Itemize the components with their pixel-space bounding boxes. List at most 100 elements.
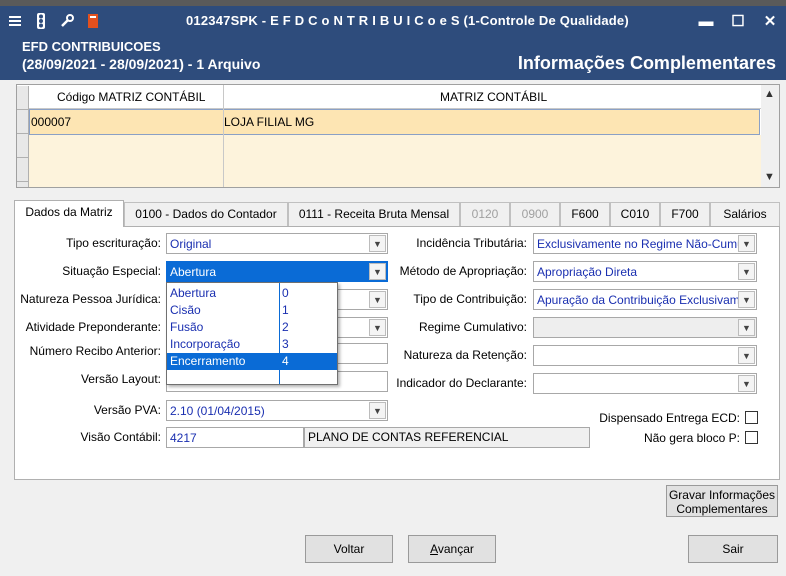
atividade-preponderante-label: Atividade Preponderante: (25, 320, 161, 334)
incidencia-tributaria-label: Incidência Tributária: (416, 236, 527, 250)
tab-0120: 0120 (460, 202, 510, 226)
chevron-down-icon[interactable]: ▼ (738, 375, 755, 392)
tab-0111[interactable]: 0111 - Receita Bruta Mensal (288, 202, 460, 226)
visao-contabil-label: Visão Contábil: (80, 430, 162, 444)
chevron-down-icon[interactable]: ▼ (369, 291, 386, 308)
situacao-especial-label: Situação Especial: (62, 264, 161, 278)
tab-0100[interactable]: 0100 - Dados do Contador (124, 202, 288, 226)
metodo-apropriacao-select[interactable]: Apropriação Direta ▼ (533, 261, 757, 282)
versao-pva-label: Versão PVA: (93, 403, 161, 417)
gravar-line1: Gravar Informações (668, 488, 776, 502)
chevron-down-icon[interactable]: ▼ (369, 235, 386, 252)
situacao-especial-select[interactable]: Abertura ▼ (166, 261, 388, 282)
option-name: Fusão (170, 320, 204, 334)
nao-gera-bloco-p-label: Não gera bloco P: (643, 431, 740, 445)
dropdown-option-incorporacao[interactable]: Incorporação 3 (167, 336, 337, 353)
chevron-down-icon: ▼ (738, 319, 755, 336)
chevron-down-icon[interactable]: ▼ (738, 235, 755, 252)
metodo-apropriacao-value: Apropriação Direta (537, 265, 638, 279)
chevron-down-icon[interactable]: ▼ (738, 347, 755, 364)
header: EFD CONTRIBUICOES (28/09/2021 - 28/09/20… (0, 36, 786, 80)
incidencia-tributaria-value: Exclusivamente no Regime Não-Cumu (537, 237, 744, 251)
visao-contabil-description-text: PLANO DE CONTAS REFERENCIAL (308, 430, 509, 444)
option-code: 1 (282, 303, 289, 317)
indicador-declarante-label: Indicador do Declarante: (396, 376, 527, 390)
grid-header: Código MATRIZ CONTÁBIL MATRIZ CONTÁBIL (17, 85, 762, 109)
dropdown-option-fusao[interactable]: Fusão 2 (167, 319, 337, 336)
tipo-contribuicao-select[interactable]: Apuração da Contribuição Exclusivam ▼ (533, 289, 757, 310)
menu-icon[interactable] (6, 12, 24, 30)
gravar-informacoes-button[interactable]: Gravar Informações Complementares (666, 485, 778, 517)
sair-button[interactable]: Sair (688, 535, 778, 563)
scroll-down-icon[interactable]: ▼ (764, 171, 775, 183)
cell-matriz: LOJA FILIAL MG (224, 115, 315, 129)
option-name: Abertura (170, 286, 217, 300)
book-icon[interactable] (84, 12, 102, 30)
dropdown-option-cisao[interactable]: Cisão 1 (167, 302, 337, 319)
natureza-retencao-label: Natureza da Retenção: (403, 348, 527, 362)
visao-contabil-description: PLANO DE CONTAS REFERENCIAL (304, 427, 590, 448)
chevron-down-icon[interactable]: ▼ (369, 263, 386, 280)
close-button[interactable]: ✕ (754, 6, 786, 36)
nao-gera-bloco-p-checkbox[interactable] (745, 431, 758, 444)
tipo-contribuicao-label: Tipo de Contribuição: (413, 292, 527, 306)
tab-dados-matriz[interactable]: Dados da Matriz (14, 200, 124, 227)
matriz-grid[interactable]: Código MATRIZ CONTÁBIL MATRIZ CONTÁBIL 0… (16, 84, 780, 188)
table-row[interactable]: 000007 LOJA FILIAL MG (29, 109, 760, 135)
option-code: 4 (282, 354, 289, 368)
title-bar: 012347SPK - E F D C o N T R I B U I C o … (0, 6, 786, 36)
dropdown-option-encerramento[interactable]: Encerramento 4 (167, 353, 337, 370)
regime-cumulativo-label: Regime Cumulativo: (418, 320, 527, 334)
tipo-escrituracao-label: Tipo escrituração: (66, 236, 161, 250)
avancar-button[interactable]: Avançar (408, 535, 496, 563)
voltar-button[interactable]: Voltar (305, 535, 393, 563)
gravar-line2: Complementares (676, 502, 768, 516)
tab-0900: 0900 (510, 202, 560, 226)
chevron-down-icon[interactable]: ▼ (738, 291, 755, 308)
tab-f600[interactable]: F600 (560, 202, 610, 226)
tipo-escrituracao-value: Original (170, 237, 212, 251)
dropdown-column-divider (279, 283, 280, 384)
option-name: Encerramento (170, 354, 246, 368)
maximize-button[interactable]: ☐ (722, 6, 754, 36)
versao-pva-select[interactable]: 2.10 (01/04/2015) ▼ (166, 400, 388, 421)
option-code: 0 (282, 286, 289, 300)
numero-recibo-label: Número Recibo Anterior: (29, 344, 161, 358)
option-name: Cisão (170, 303, 201, 317)
row-selector-column[interactable] (17, 86, 29, 187)
cell-codigo: 000007 (31, 115, 72, 129)
visao-contabil-code-input[interactable]: 4217 (166, 427, 304, 448)
tipo-escrituracao-select[interactable]: Original ▼ (166, 233, 388, 254)
versao-pva-value: 2.10 (01/04/2015) (170, 404, 265, 418)
window-title: 012347SPK - E F D C o N T R I B U I C o … (186, 13, 629, 28)
option-code: 2 (282, 320, 289, 334)
avancar-accel: A (430, 542, 438, 556)
scroll-up-icon[interactable]: ▲ (764, 88, 775, 100)
option-name: Incorporação (170, 337, 241, 351)
tab-salarios[interactable]: Salários (710, 202, 780, 226)
chevron-down-icon[interactable]: ▼ (369, 402, 386, 419)
dropdown-option-abertura[interactable]: Abertura 0 (167, 285, 337, 302)
tipo-contribuicao-value: Apuração da Contribuição Exclusivam (537, 293, 740, 307)
grid-column-codigo[interactable]: Código MATRIZ CONTÁBIL (57, 90, 205, 104)
grid-column-matriz[interactable]: MATRIZ CONTÁBIL (440, 90, 547, 104)
metodo-apropriacao-label: Método de Apropriação: (399, 264, 527, 278)
header-period: (28/09/2021 - 28/09/2021) - 1 Arquivo (22, 56, 261, 72)
chevron-down-icon[interactable]: ▼ (369, 319, 386, 336)
grid-scrollbar[interactable]: ▲ ▼ (761, 85, 779, 187)
dispensado-ecd-label: Dispensado Entrega ECD: (599, 411, 740, 425)
minimize-button[interactable]: ▬ (690, 6, 722, 36)
column-divider (223, 85, 224, 187)
traffic-light-icon[interactable] (32, 12, 50, 30)
tab-f700[interactable]: F700 (660, 202, 710, 226)
option-code: 3 (282, 337, 289, 351)
dispensado-ecd-checkbox[interactable] (745, 411, 758, 424)
regime-cumulativo-select: ▼ (533, 317, 757, 338)
indicador-declarante-select[interactable]: ▼ (533, 373, 757, 394)
chevron-down-icon[interactable]: ▼ (738, 263, 755, 280)
tab-c010[interactable]: C010 (610, 202, 660, 226)
wrench-icon[interactable] (58, 12, 76, 30)
natureza-retencao-select[interactable]: ▼ (533, 345, 757, 366)
incidencia-tributaria-select[interactable]: Exclusivamente no Regime Não-Cumu ▼ (533, 233, 757, 254)
versao-layout-label: Versão Layout: (80, 372, 161, 386)
